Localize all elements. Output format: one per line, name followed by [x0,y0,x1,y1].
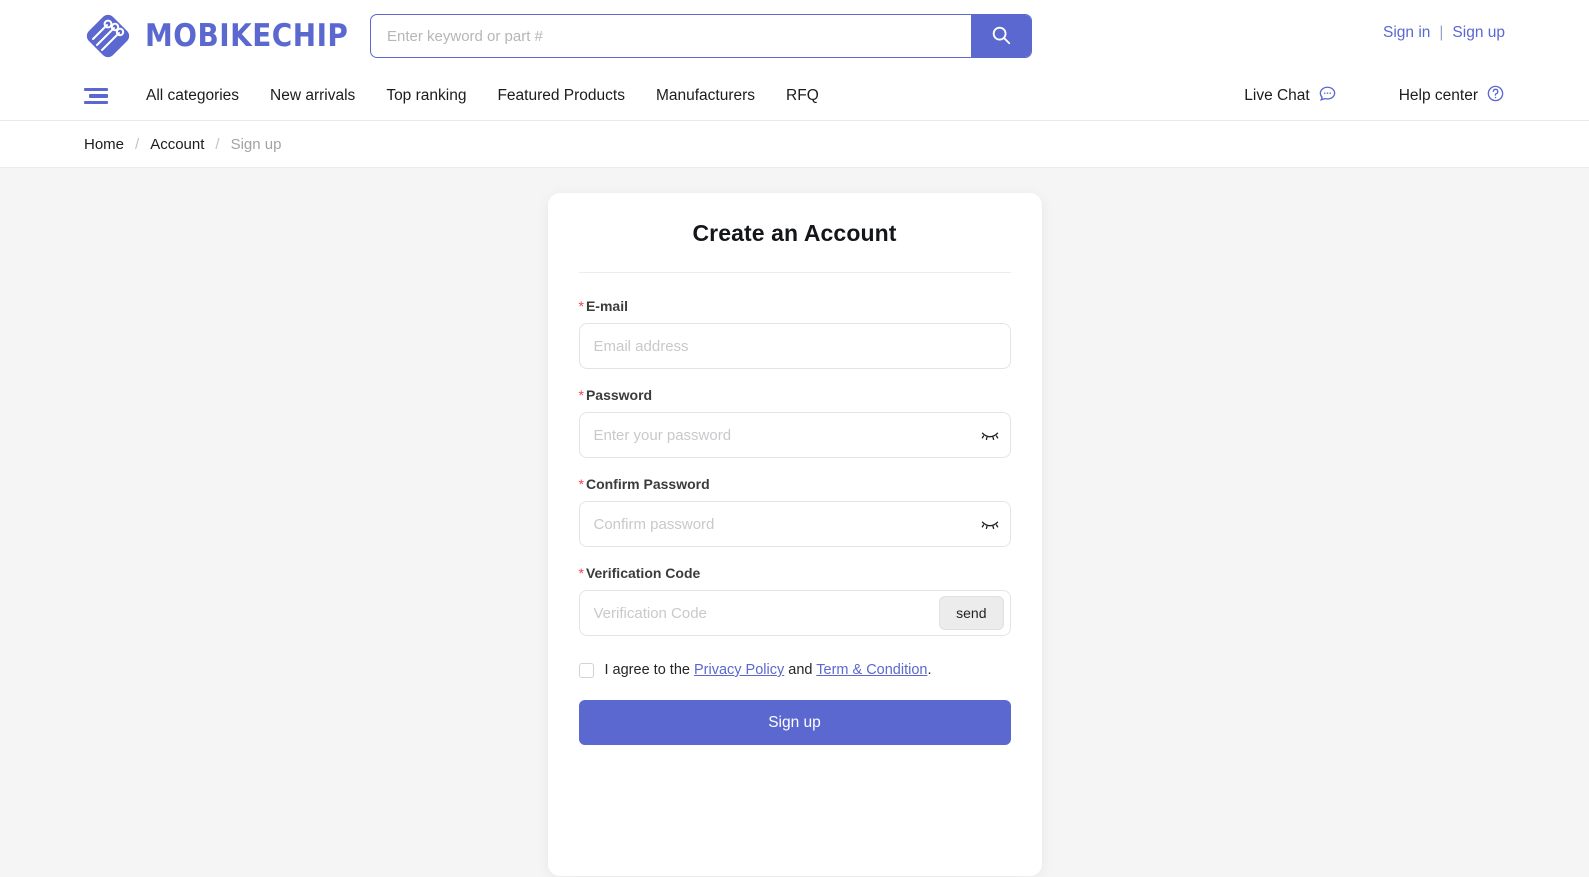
email-field-group: * E-mail [578,298,1011,369]
confirm-password-label: * Confirm Password [579,476,1011,492]
confirm-password-field-group: * Confirm Password [578,476,1011,547]
verification-code-input[interactable] [579,591,940,635]
agreement-text-before: I agree to the [604,662,690,678]
account-links-separator: | [1439,24,1444,41]
password-input-wrapper [578,412,1011,458]
card-divider [578,272,1011,273]
agreement-text: I agree to the Privacy Policy and Term &… [605,662,932,678]
breadcrumb-current: Sign up [230,135,282,153]
sign-up-link[interactable]: Sign up [1452,24,1505,42]
confirm-password-input[interactable] [579,502,970,546]
verification-code-field-group: *Verification Code send [578,565,1011,636]
breadcrumb-separator-1: / [135,135,140,153]
help-center-label: Help center [1398,87,1478,104]
sign-in-link[interactable]: Sign in [1383,24,1430,42]
live-chat-label: Live Chat [1244,87,1310,104]
hamburger-bar-2 [89,94,108,98]
eye-closed-icon [980,424,1000,447]
main-content: Create an Account *E-mail *Password [0,168,1589,876]
search-icon [990,24,1012,49]
chat-bubble-icon [1318,84,1337,108]
nav-links: All categories New arrivals Top ranking … [146,87,819,105]
verification-code-label: * Verification Code [579,565,1011,581]
hamburger-bar-3 [84,101,108,105]
account-links: Sign in | Sign up [1383,24,1505,42]
search-input[interactable] [371,15,971,57]
verification-code-input-wrapper: send [578,590,1011,636]
email-label: * E-mail [579,298,1011,314]
nav-item-manufacturers[interactable]: Manufacturers [656,87,755,105]
nav-utilities: Live Chat Help center [1244,84,1505,108]
help-center-button[interactable]: Help center [1399,84,1505,108]
hamburger-menu-icon[interactable] [84,87,108,105]
email-label-text: E-mail [585,298,628,314]
search-button[interactable] [971,15,1031,57]
nav-item-new-arrivals[interactable]: New arrivals [270,87,355,105]
password-required-mark: * [578,387,584,403]
breadcrumb-home[interactable]: Home [84,136,124,153]
password-field-group: * Password [578,387,1011,458]
main-navigation: All categories New arrivals Top ranking … [0,72,1589,121]
password-label: * Password [579,387,1011,403]
nav-item-rfq[interactable]: RFQ [786,87,819,105]
confirm-password-label-text: Confirm Password [585,476,710,492]
hamburger-bar-1 [84,87,108,91]
agreement-checkbox[interactable] [578,662,594,678]
agreement-conjunction: and [788,662,813,678]
eye-closed-icon [980,513,1000,536]
confirm-password-visibility-toggle[interactable] [970,502,1010,546]
privacy-policy-link[interactable]: Privacy Policy [694,662,784,678]
brand-logo[interactable]: MOBIKECHIP [84,12,348,60]
email-required-mark: * [578,298,584,314]
password-label-text: Password [585,387,653,403]
search-bar [370,14,1032,58]
agreement-row: I agree to the Privacy Policy and Term &… [578,662,1011,678]
verification-code-label-text: Verification Code [585,565,701,581]
nav-item-top-ranking[interactable]: Top ranking [386,87,466,105]
send-code-button[interactable]: send [939,596,1004,630]
live-chat-button[interactable]: Live Chat [1244,84,1336,108]
verification-code-required-mark: * [578,565,584,581]
password-visibility-toggle[interactable] [970,413,1010,457]
terms-conditions-link[interactable]: Term & Condition [816,662,927,678]
nav-item-featured-products[interactable]: Featured Products [497,87,625,105]
site-header: MOBIKECHIP Sign in | Sign up [0,0,1589,72]
breadcrumb: Home / Account / Sign up [0,121,1589,168]
question-circle-icon [1486,84,1505,108]
circuit-chip-logo-icon [84,12,132,60]
confirm-password-required-mark: * [578,476,584,492]
password-input[interactable] [579,413,970,457]
agreement-period: . [927,662,932,678]
breadcrumb-separator-2: / [215,135,220,153]
breadcrumb-account[interactable]: Account [150,136,204,153]
signup-submit-button[interactable]: Sign up [578,700,1011,745]
nav-item-all-categories[interactable]: All categories [146,87,239,105]
page-title: Create an Account [692,220,897,246]
email-input-wrapper [578,323,1011,369]
email-input[interactable] [579,324,1010,368]
signup-card: Create an Account *E-mail *Password [547,193,1042,876]
brand-name: MOBIKECHIP [145,18,349,54]
confirm-password-input-wrapper [578,501,1011,547]
